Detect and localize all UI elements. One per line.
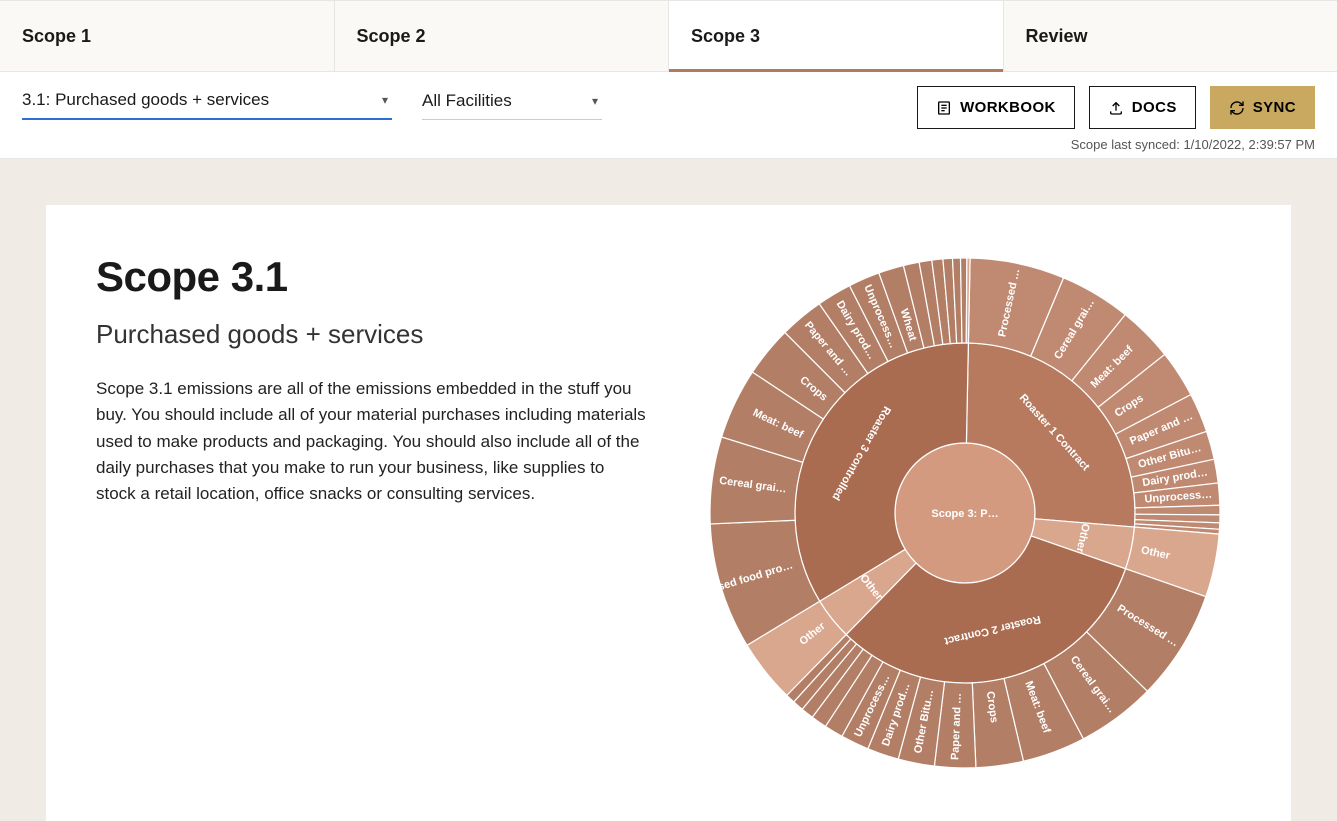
tab-scope3-label: Scope 3: [691, 26, 760, 47]
page-title: Scope 3.1: [96, 253, 649, 301]
controls-bar: 3.1: Purchased goods + services ▾ All Fa…: [0, 72, 1337, 159]
facility-select-value: All Facilities: [422, 91, 512, 111]
page-description: Scope 3.1 emissions are all of the emiss…: [96, 376, 649, 508]
tab-scope2-label: Scope 2: [357, 26, 426, 47]
tab-scope2[interactable]: Scope 2: [335, 1, 670, 71]
sync-icon: [1229, 100, 1245, 116]
category-select-value: 3.1: Purchased goods + services: [22, 90, 269, 110]
tab-review[interactable]: Review: [1004, 1, 1337, 71]
workbook-button-label: WORKBOOK: [960, 99, 1056, 116]
scope-card: Scope 3.1 Purchased goods + services Sco…: [46, 205, 1291, 821]
chevron-down-icon: ▾: [382, 93, 388, 107]
sunburst-chart: Scope 3: P…Roaster 1 ContractProcessed ……: [705, 253, 1225, 773]
docs-button-label: DOCS: [1132, 99, 1177, 116]
last-synced-text: Scope last synced: 1/10/2022, 2:39:57 PM: [1071, 137, 1315, 152]
tab-scope1-label: Scope 1: [22, 26, 91, 47]
chevron-down-icon: ▾: [592, 94, 598, 108]
sync-button[interactable]: SYNC: [1210, 86, 1315, 129]
sync-button-label: SYNC: [1253, 99, 1296, 116]
upload-icon: [1108, 100, 1124, 116]
page-subtitle: Purchased goods + services: [96, 319, 649, 350]
scope-tabs: Scope 1 Scope 2 Scope 3 Review: [0, 0, 1337, 72]
category-select[interactable]: 3.1: Purchased goods + services ▾: [22, 86, 392, 120]
tab-scope3[interactable]: Scope 3: [669, 1, 1004, 71]
docs-button[interactable]: DOCS: [1089, 86, 1196, 129]
workbook-button[interactable]: WORKBOOK: [917, 86, 1075, 129]
workbook-icon: [936, 100, 952, 116]
facility-select[interactable]: All Facilities ▾: [422, 86, 602, 120]
tab-review-label: Review: [1026, 26, 1088, 47]
tab-scope1[interactable]: Scope 1: [0, 1, 335, 71]
svg-text:Scope 3: P…: Scope 3: P…: [931, 508, 998, 520]
